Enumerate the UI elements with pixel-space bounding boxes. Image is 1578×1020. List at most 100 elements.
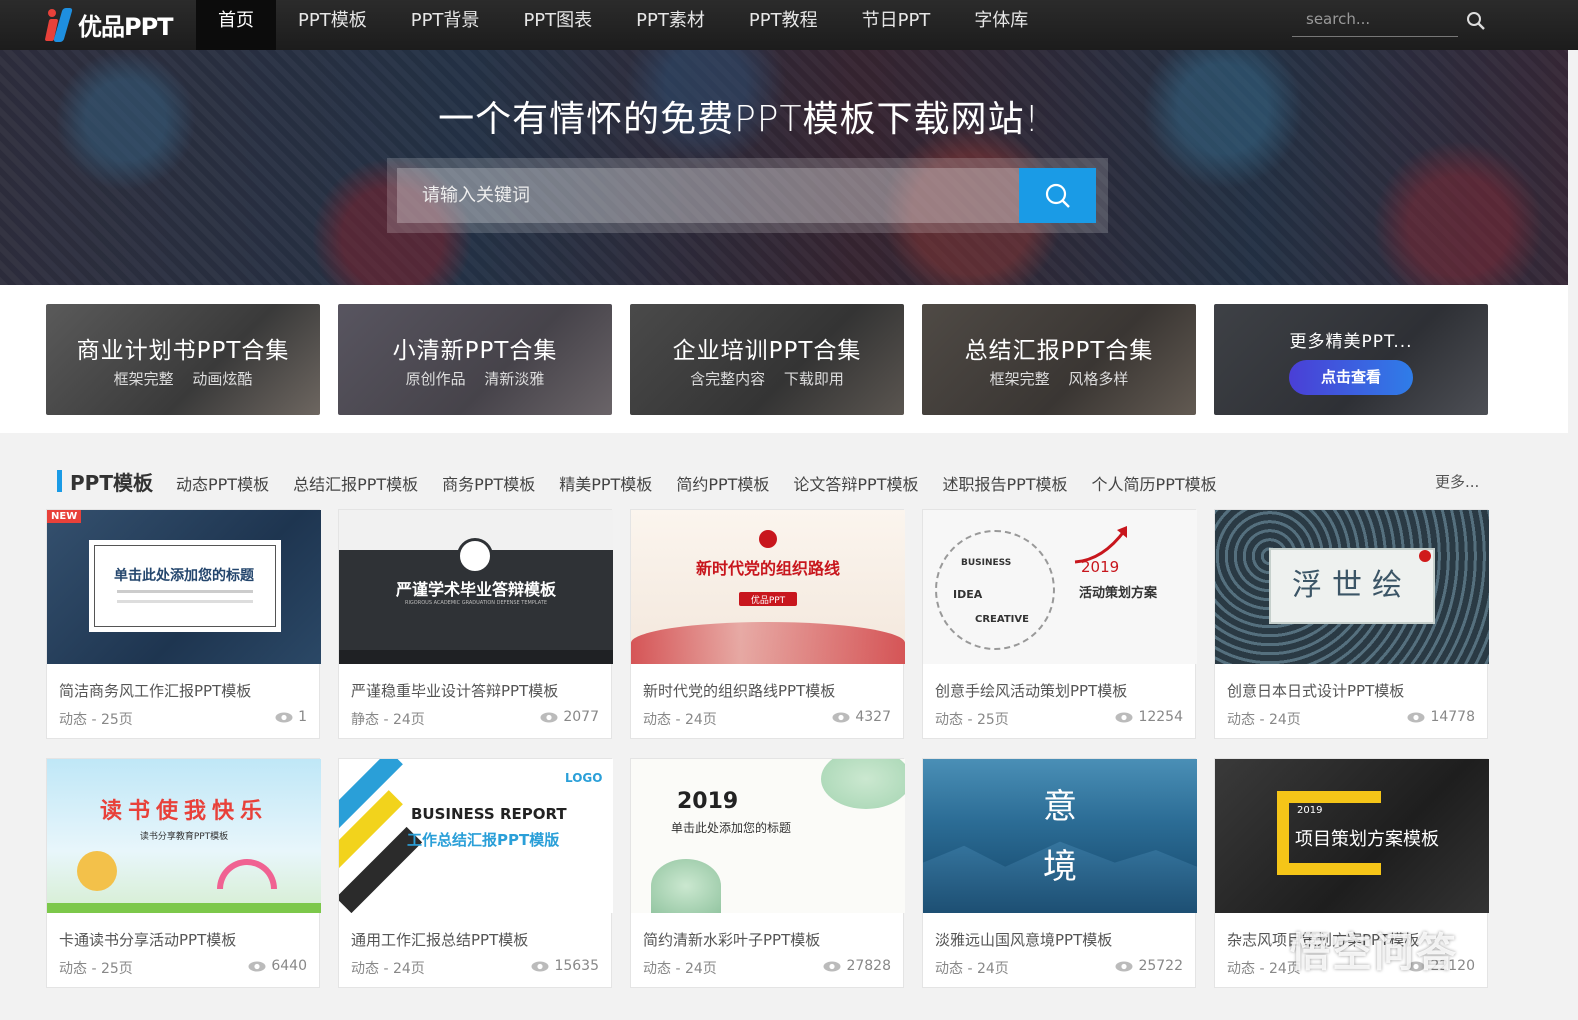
card-views: 2077 — [540, 709, 599, 725]
collection-fresh[interactable]: 小清新PPT合集 原创作品 清新淡雅 — [338, 304, 612, 415]
view-count: 2077 — [563, 709, 599, 725]
category-link[interactable]: 个人简历PPT模板 — [1092, 471, 1217, 495]
collection-training[interactable]: 企业培训PPT合集 含完整内容 下载即用 — [630, 304, 904, 415]
template-card[interactable]: 读书使我快乐 读书分享教育PPT模板 卡通读书分享活动PPT模板 动态 - 25… — [46, 758, 321, 988]
thumb-title: 2019 — [677, 789, 739, 814]
template-thumbnail: 意 境 — [923, 759, 1197, 913]
collection-subtitle: 框架完整 风格多样 — [989, 370, 1129, 388]
template-thumbnail: 2019 单击此处添加您的标题 — [631, 759, 905, 913]
eye-icon — [1407, 712, 1425, 722]
category-link[interactable]: 总结汇报PPT模板 — [293, 471, 418, 495]
search-icon[interactable] — [1466, 11, 1486, 31]
hero-search-input[interactable]: 请输入关键词 — [397, 168, 1019, 223]
card-title: 淡雅远山国风意境PPT模板 — [935, 931, 1113, 949]
main-menu: 首页 PPT模板 PPT背景 PPT图表 PPT素材 PPT教程 节日PPT 字… — [196, 0, 1050, 50]
view-count: 15635 — [554, 958, 599, 974]
card-meta: 动态 - 25页 — [59, 961, 133, 977]
template-thumbnail: 新时代党的组织路线 优品PPT — [631, 510, 905, 664]
thumb-subtitle: 工作总结汇报PPT模版 — [407, 831, 560, 849]
category-link[interactable]: 精美PPT模板 — [559, 471, 652, 495]
card-title: 简约清新水彩叶子PPT模板 — [643, 931, 821, 949]
template-card[interactable]: 新时代党的组织路线 优品PPT 新时代党的组织路线PPT模板 动态 - 24页 … — [630, 509, 905, 739]
card-views: 6440 — [248, 958, 307, 974]
collection-title: 企业培训PPT合集 — [672, 338, 862, 364]
hero-search-button[interactable] — [1019, 168, 1096, 223]
card-views: 27828 — [823, 958, 891, 974]
card-views: 14778 — [1407, 709, 1475, 725]
logo-text: 优品PPT — [78, 12, 174, 41]
card-views: 12254 — [1115, 709, 1183, 725]
template-card[interactable]: 2019 单击此处添加您的标题 简约清新水彩叶子PPT模板 动态 - 24页 2… — [630, 758, 905, 988]
eye-icon — [1115, 961, 1133, 971]
card-title: 新时代党的组织路线PPT模板 — [643, 682, 836, 700]
category-link[interactable]: 商务PPT模板 — [442, 471, 535, 495]
site-logo[interactable]: 优品PPT — [44, 4, 174, 44]
category-link[interactable]: 简约PPT模板 — [676, 471, 769, 495]
nav-item-ppt-tutorials[interactable]: PPT教程 — [727, 0, 840, 50]
category-link[interactable]: 论文答辩PPT模板 — [793, 471, 918, 495]
eye-icon — [832, 712, 850, 722]
eye-icon — [823, 961, 841, 971]
template-card[interactable]: 严谨学术毕业答辩模板 RIGOROUS ACADEMIC GRADUATION … — [338, 509, 613, 739]
card-meta: 动态 - 24页 — [351, 961, 425, 977]
nav-item-ppt-backgrounds[interactable]: PPT背景 — [389, 0, 502, 50]
view-more-button[interactable]: 点击查看 — [1289, 360, 1413, 395]
eye-icon — [248, 961, 266, 971]
eye-icon — [540, 712, 558, 722]
thumb-subtitle: 境 — [1043, 847, 1077, 887]
collection-subtitle: 含完整内容 下载即用 — [690, 370, 844, 388]
thumb-title: 新时代党的组织路线 — [695, 559, 840, 578]
nav-search-input[interactable]: search... — [1292, 4, 1458, 37]
card-views: 25722 — [1115, 958, 1183, 974]
arrow-icon — [1074, 526, 1127, 564]
eye-icon — [531, 961, 549, 971]
template-thumbnail: 2019 项目策划方案模板 — [1215, 759, 1489, 913]
thumb-title: 浮世绘 — [1292, 568, 1412, 603]
card-title: 创意日本日式设计PPT模板 — [1227, 682, 1405, 700]
template-thumbnail: 读书使我快乐 读书分享教育PPT模板 — [47, 759, 321, 913]
collection-subtitle: 框架完整 动画炫酷 — [113, 370, 253, 388]
eye-icon — [275, 712, 293, 722]
collection-business-plan[interactable]: 商业计划书PPT合集 框架完整 动画炫酷 — [46, 304, 320, 415]
section-header: PPT模板 动态PPT模板 总结汇报PPT模板 商务PPT模板 精美PPT模板 … — [0, 462, 1568, 500]
section-title: PPT模板 — [70, 471, 153, 495]
section-category-links: 动态PPT模板 总结汇报PPT模板 商务PPT模板 精美PPT模板 简约PPT模… — [176, 471, 1241, 495]
template-thumbnail: 单击此处添加您的标题 NEW — [47, 510, 321, 664]
search-icon — [1045, 183, 1070, 208]
card-meta: 动态 - 25页 — [935, 712, 1009, 728]
collection-more[interactable]: 更多精美PPT... 点击查看 — [1214, 304, 1488, 415]
section-accent-bar — [57, 470, 62, 492]
category-link[interactable]: 述职报告PPT模板 — [942, 471, 1067, 495]
view-count: 25722 — [1138, 958, 1183, 974]
thumb-title: 单击此处添加您的标题 — [114, 568, 254, 584]
view-count: 12254 — [1138, 709, 1183, 725]
nav-item-home[interactable]: 首页 — [196, 0, 276, 50]
view-count: 14778 — [1430, 709, 1475, 725]
thumb-subtitle: 2019 — [1297, 805, 1323, 816]
collection-title: 总结汇报PPT合集 — [964, 338, 1154, 364]
hero-title: 一个有情怀的免费PPT模板下载网站! — [438, 99, 1040, 140]
nav-item-ppt-charts[interactable]: PPT图表 — [501, 0, 614, 50]
collection-summary-report[interactable]: 总结汇报PPT合集 框架完整 风格多样 — [922, 304, 1196, 415]
logo-icon — [44, 5, 74, 43]
thumb-title: 项目策划方案模板 — [1295, 829, 1439, 850]
nav-item-ppt-materials[interactable]: PPT素材 — [614, 0, 727, 50]
eye-icon — [1115, 712, 1133, 722]
nav-item-fonts[interactable]: 字体库 — [952, 0, 1050, 50]
template-card[interactable]: BUSINESS IDEA CREATIVE 2019 活动策划方案 创意手绘风… — [922, 509, 1197, 739]
thumb-title: BUSINESS REPORT — [411, 805, 567, 823]
template-card[interactable]: 意 境 淡雅远山国风意境PPT模板 动态 - 24页 25722 — [922, 758, 1197, 988]
category-link[interactable]: 动态PPT模板 — [176, 471, 269, 495]
card-title: 简洁商务风工作汇报PPT模板 — [59, 682, 252, 700]
new-badge: NEW — [47, 510, 82, 523]
more-link[interactable]: 更多... — [1435, 471, 1479, 492]
template-card[interactable]: 单击此处添加您的标题 NEW 简洁商务风工作汇报PPT模板 动态 - 25页 1 — [46, 509, 321, 739]
collections-strip: 商业计划书PPT合集 框架完整 动画炫酷 小清新PPT合集 原创作品 清新淡雅 … — [0, 285, 1568, 433]
view-count: 6440 — [271, 958, 307, 974]
card-meta: 动态 - 24页 — [643, 961, 717, 977]
nav-item-holiday-ppt[interactable]: 节日PPT — [840, 0, 953, 50]
template-card[interactable]: 浮世绘 创意日本日式设计PPT模板 动态 - 24页 14778 — [1214, 509, 1489, 739]
template-card[interactable]: LOGO BUSINESS REPORT 工作总结汇报PPT模版 通用工作汇报总… — [338, 758, 613, 988]
nav-item-ppt-templates[interactable]: PPT模板 — [276, 0, 389, 50]
card-title: 通用工作汇报总结PPT模板 — [351, 931, 529, 949]
